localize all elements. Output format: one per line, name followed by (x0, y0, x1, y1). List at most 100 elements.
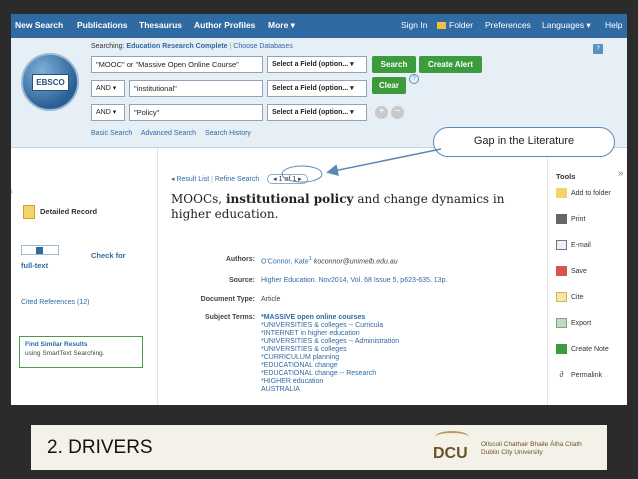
search-links: Basic Search Advanced Search Search Hist… (91, 130, 258, 137)
subject-term[interactable]: *INTERNET in higher education (261, 330, 399, 338)
search-button[interactable]: Search (372, 56, 416, 73)
nav-help[interactable]: Help (605, 20, 622, 30)
slide-footer: 2. DRIVERS DCU Ollscoil Chathair Bhaile … (31, 425, 607, 470)
searching-line: Searching: Education Research Complete |… (91, 43, 293, 50)
subjects-label: Subject Terms: (204, 314, 255, 321)
cited-references-link[interactable]: Cited References (12) (21, 299, 89, 306)
full-text-link[interactable]: full-text (21, 261, 48, 270)
nav-author-profiles[interactable]: Author Profiles (194, 20, 255, 30)
find-similar-box[interactable]: Find Similar Results using SmartText Sea… (19, 336, 143, 368)
university-name: Ollscoil Chathair Bhaile Átha Cliath Dub… (481, 441, 582, 456)
check-for-link[interactable]: Check for (91, 251, 126, 260)
search-input-1[interactable]: "MOOC" or "Massive Open Online Course" (91, 56, 263, 73)
tool-add-to-folder[interactable]: Add to folder (556, 188, 611, 198)
source-value[interactable]: Higher Education. Nov2014, Vol. 68 Issue… (261, 277, 447, 284)
database-name: Education Research Complete (126, 43, 228, 50)
folder-icon (437, 22, 446, 29)
search-input-3[interactable]: "Policy" (129, 104, 263, 121)
basic-search-link[interactable]: Basic Search (91, 130, 132, 137)
tools-panel: Tools » Add to folder Print E-mail Save … (547, 148, 627, 405)
record-title: MOOCs, institutional policy and change d… (171, 192, 505, 221)
refine-search-link[interactable]: Refine Search (215, 176, 259, 183)
export-icon (556, 318, 567, 328)
expand-right-icon[interactable]: » (618, 168, 624, 179)
tool-export[interactable]: Export (556, 318, 591, 328)
nav-thesaurus[interactable]: Thesaurus (139, 20, 182, 30)
detailed-record-item[interactable]: Detailed Record (23, 205, 97, 219)
record-main: ◂ Result List | Refine Search ◂ 1 of 1 ▸… (159, 148, 547, 405)
tool-save[interactable]: Save (556, 266, 587, 276)
collapse-left-icon[interactable]: ‹ (11, 186, 13, 196)
left-sidebar: Detailed Record Check for full-text Cite… (11, 148, 158, 405)
nav-sign-in[interactable]: Sign In (401, 20, 427, 30)
note-icon (556, 344, 567, 354)
ebsco-screenshot: New Search Publications Thesaurus Author… (11, 14, 627, 405)
help-icon[interactable]: ? (593, 44, 603, 54)
choose-databases-link[interactable]: Choose Databases (233, 43, 293, 50)
clear-button[interactable]: Clear (372, 77, 406, 94)
field-select-2[interactable]: Select a Field (option... ▾ (267, 80, 367, 97)
tools-heading: Tools (556, 172, 576, 181)
document-icon (23, 205, 35, 219)
boolean-select-2[interactable]: AND ▾ (91, 80, 125, 97)
tool-print[interactable]: Print (556, 214, 585, 224)
subjects-list: *MASSIVE open online courses *UNIVERSITI… (261, 314, 399, 394)
cite-icon (556, 292, 567, 302)
dcu-logo: DCU (433, 445, 468, 462)
top-navigation-bar: New Search Publications Thesaurus Author… (11, 14, 627, 38)
nav-languages[interactable]: Languages ▾ (542, 20, 591, 31)
find-similar-title: Find Similar Results (25, 341, 88, 348)
find-similar-sub: using SmartText Searching. (25, 350, 105, 357)
tool-cite[interactable]: Cite (556, 292, 583, 302)
nav-publications[interactable]: Publications (77, 20, 128, 30)
subject-term[interactable]: *EDUCATIONAL change (261, 362, 399, 370)
create-alert-button[interactable]: Create Alert (419, 56, 482, 73)
nav-new-search[interactable]: New Search (15, 20, 63, 30)
folder-icon (556, 188, 567, 198)
slide-heading: 2. DRIVERS (47, 437, 153, 458)
add-row-icon[interactable]: + (375, 106, 388, 119)
email-icon (556, 240, 567, 250)
boolean-select-3[interactable]: AND ▾ (91, 104, 125, 121)
author-email: koconnor@unimelb.edu.au (313, 258, 398, 266)
question-icon[interactable]: ? (409, 74, 419, 84)
info-icon (36, 247, 43, 254)
subject-term[interactable]: *UNIVERSITIES & colleges (261, 346, 399, 354)
remove-row-icon[interactable]: − (391, 106, 404, 119)
authors-label: Authors: (225, 256, 255, 263)
result-list-link[interactable]: ◂ Result List (171, 176, 209, 183)
authors-value: O'Connor, Kate1 koconnor@unimelb.edu.au (261, 256, 398, 266)
tool-email[interactable]: E-mail (556, 240, 591, 250)
subject-term[interactable]: *CURRICULUM planning (261, 354, 399, 362)
record-counter: ◂ 1 of 1 ▸ (267, 174, 308, 184)
result-navigation: ◂ Result List | Refine Search ◂ 1 of 1 ▸ (171, 174, 308, 184)
advanced-search-link[interactable]: Advanced Search (141, 130, 196, 137)
subject-term[interactable]: *MASSIVE open online courses (261, 314, 399, 322)
subject-term[interactable]: *HIGHER education (261, 378, 399, 386)
source-label: Source: (228, 277, 255, 284)
search-history-link[interactable]: Search History (205, 130, 251, 137)
nav-more[interactable]: More ▾ (268, 20, 295, 31)
printer-icon (556, 214, 567, 224)
subject-term[interactable]: *UNIVERSITIES & colleges -- Administrati… (261, 338, 399, 346)
doctype-label: Document Type: (200, 296, 255, 303)
field-select-1[interactable]: Select a Field (option... ▾ (267, 56, 367, 73)
field-select-3[interactable]: Select a Field (option... ▾ (267, 104, 367, 121)
tool-permalink[interactable]: ∂ Permalink (556, 370, 603, 380)
subject-term[interactable]: AUSTRALIA (261, 386, 399, 394)
save-icon (556, 266, 567, 276)
nav-preferences[interactable]: Preferences (485, 20, 531, 30)
ebsco-logo-text: EBSCO (32, 74, 69, 91)
link-icon: ∂ (559, 370, 564, 379)
subject-term[interactable]: *EDUCATIONAL change -- Research (261, 370, 399, 378)
dcu-emblem-icon (435, 431, 469, 443)
tool-create-note[interactable]: Create Note (556, 344, 609, 354)
subject-term[interactable]: *UNIVERSITIES & colleges -- Curricula (261, 322, 399, 330)
author-link[interactable]: O'Connor, Kate (261, 258, 309, 265)
nav-folder[interactable]: Folder (437, 20, 473, 30)
gap-callout: Gap in the Literature (433, 127, 615, 157)
search-input-2[interactable]: "institutional" (129, 80, 263, 97)
linkout-box[interactable] (21, 245, 59, 255)
ebsco-logo: EBSCO (21, 53, 79, 111)
doctype-value: Article (261, 296, 281, 303)
